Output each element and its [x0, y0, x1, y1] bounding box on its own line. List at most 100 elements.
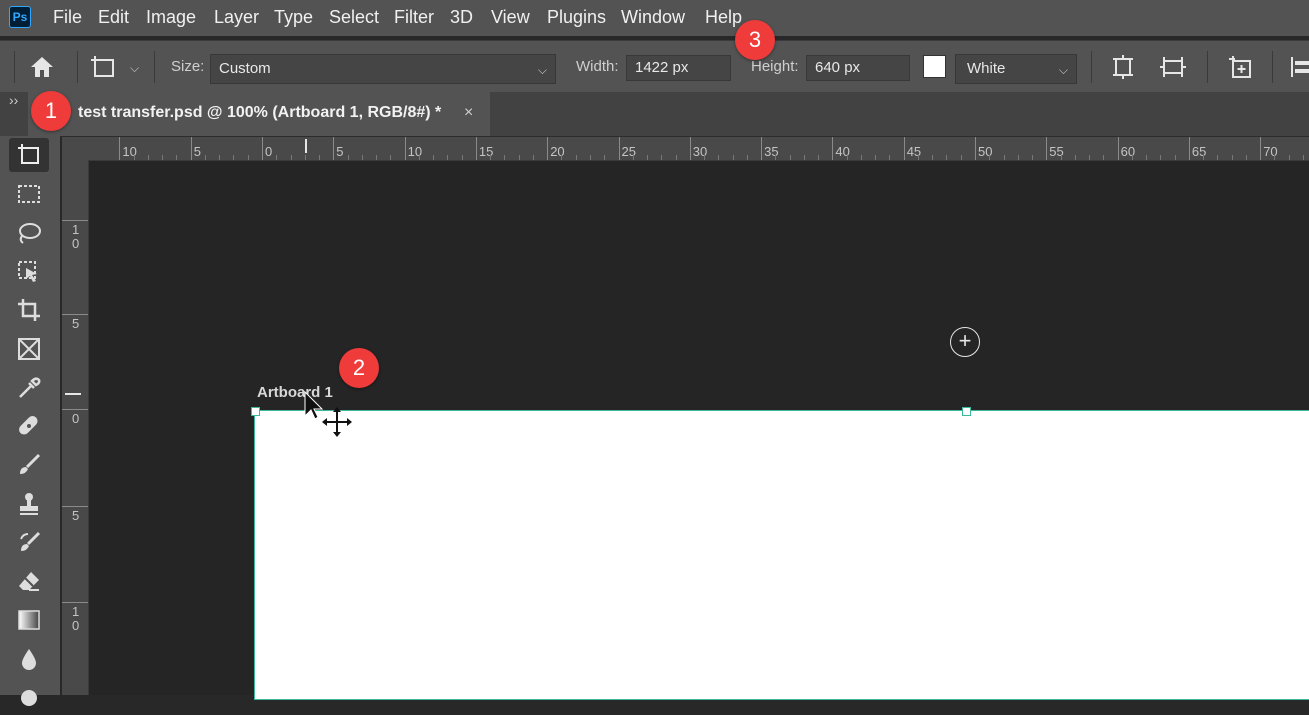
document-tab[interactable]: test transfer.psd @ 100% (Artboard 1, RG… — [28, 92, 490, 136]
ruler-label: 70 — [1263, 144, 1278, 159]
height-input-value: 640 px — [815, 59, 861, 76]
artboard-handle-top-left[interactable] — [251, 407, 260, 416]
ruler-minor-tick — [1203, 155, 1205, 160]
ruler-minor-tick — [147, 155, 149, 160]
ruler-minor-tick — [347, 155, 349, 160]
ruler-minor-tick — [732, 155, 734, 160]
menu-plugins[interactable]: Plugins — [547, 7, 606, 28]
eraser-icon[interactable] — [9, 564, 49, 598]
add-artboard-plus-icon[interactable]: + — [950, 327, 980, 357]
background-select-value: White — [967, 60, 1006, 77]
brush-icon[interactable] — [9, 448, 49, 482]
ruler-label: 0 — [72, 411, 80, 426]
ruler-minor-tick — [319, 155, 321, 160]
ruler-tick — [62, 409, 88, 410]
lasso-icon[interactable] — [9, 216, 49, 250]
ruler-tick — [119, 137, 121, 160]
height-label: Height: — [751, 58, 799, 75]
ruler-tick — [832, 137, 834, 160]
ruler-minor-tick — [447, 155, 449, 160]
menu-image[interactable]: Image — [146, 7, 196, 28]
chevron-down-icon[interactable]: ⌵ — [130, 61, 139, 76]
menu-view[interactable]: View — [491, 7, 530, 28]
ruler-minor-tick — [1032, 155, 1034, 160]
home-icon[interactable] — [29, 55, 55, 79]
ruler-minor-tick — [803, 155, 805, 160]
menu-filter[interactable]: Filter — [394, 7, 434, 28]
ruler-label: 5 — [336, 144, 344, 159]
ruler-minor-tick — [1074, 155, 1076, 160]
ruler-minor-tick — [162, 155, 164, 160]
document-tab-title: test transfer.psd @ 100% (Artboard 1, RG… — [78, 104, 442, 121]
ruler-minor-tick — [989, 155, 991, 160]
add-artboard-icon[interactable] — [1226, 54, 1254, 80]
crop-icon[interactable] — [9, 293, 49, 327]
artboard-preset-icon[interactable] — [89, 54, 117, 80]
ruler-minor-tick — [675, 155, 677, 160]
ruler-label: 60 — [1120, 144, 1136, 159]
ruler-tick — [62, 506, 88, 507]
ruler-minor-tick — [875, 155, 877, 160]
width-label: Width: — [576, 58, 619, 75]
artboard-handle-top-middle[interactable] — [962, 407, 971, 416]
close-icon[interactable]: × — [464, 104, 473, 122]
dodge-icon[interactable] — [9, 681, 49, 715]
artboard[interactable] — [254, 410, 1309, 700]
eyedropper-icon[interactable] — [9, 371, 49, 405]
ruler-label: 50 — [978, 144, 993, 159]
ruler-minor-tick — [1302, 155, 1304, 160]
ruler-minor-tick — [290, 155, 292, 160]
ruler-minor-tick — [276, 155, 278, 160]
gradient-icon[interactable] — [9, 603, 49, 637]
ruler-tick — [903, 137, 905, 160]
ruler-minor-tick — [1060, 155, 1062, 160]
ruler-minor-tick — [418, 155, 420, 160]
horizontal-ruler[interactable]: 10 5 0 5 10 15 20 25 30 35 40 45 50 55 60 65 70 — [62, 137, 1309, 161]
healing-brush-icon[interactable] — [9, 409, 49, 443]
vertical-ruler[interactable]: 1 0 5 0 5 1 0 — [62, 160, 89, 695]
ruler-tick — [1188, 137, 1190, 160]
align-left-icon[interactable] — [1290, 56, 1309, 78]
size-select[interactable]: Custom ⌵ — [210, 54, 556, 84]
make-landscape-icon[interactable] — [1159, 54, 1187, 80]
ruler-minor-tick — [818, 155, 820, 160]
menu-help[interactable]: Help — [705, 7, 742, 28]
width-input[interactable]: 1422 px — [626, 55, 731, 81]
photoshop-logo[interactable]: Ps — [9, 6, 31, 28]
ruler-label: 15 — [478, 144, 494, 159]
height-input[interactable]: 640 px — [806, 55, 910, 81]
menu-select[interactable]: Select — [329, 7, 379, 28]
cursor-position-marker — [65, 393, 81, 395]
artboard-tool-icon[interactable] — [9, 138, 49, 172]
object-selection-icon[interactable] — [9, 255, 49, 289]
menu-file[interactable]: File — [53, 7, 82, 28]
background-color-swatch[interactable] — [923, 55, 946, 78]
clone-stamp-icon[interactable] — [9, 487, 49, 521]
rectangular-marquee-icon[interactable] — [9, 177, 49, 211]
ruler-minor-tick — [661, 155, 663, 160]
ruler-minor-tick — [1288, 155, 1290, 160]
ruler-minor-tick — [518, 155, 520, 160]
cursor-position-marker — [305, 139, 307, 153]
blur-drop-icon[interactable] — [9, 642, 49, 676]
menu-edit[interactable]: Edit — [98, 7, 129, 28]
menu-window[interactable]: Window — [621, 7, 685, 28]
divider — [1091, 51, 1092, 83]
make-portrait-icon[interactable] — [1110, 54, 1136, 80]
ruler-minor-tick — [247, 155, 249, 160]
ruler-minor-tick — [561, 155, 563, 160]
history-brush-icon[interactable] — [9, 526, 49, 560]
ruler-tick — [761, 137, 763, 160]
ruler-label: 10 — [122, 144, 137, 159]
background-select[interactable]: White ⌵ — [955, 54, 1077, 84]
collapse-panels-icon[interactable]: ›› — [9, 92, 18, 108]
frame-icon[interactable] — [9, 332, 49, 366]
ruler-tick — [547, 137, 549, 160]
step-badge-3: 3 — [735, 20, 775, 60]
menu-3d[interactable]: 3D — [450, 7, 473, 28]
ruler-minor-tick — [1160, 155, 1162, 160]
menu-type[interactable]: Type — [274, 7, 313, 28]
ruler-label: 1 0 — [72, 604, 80, 633]
menu-layer[interactable]: Layer — [214, 7, 259, 28]
ruler-label: 40 — [835, 144, 850, 159]
